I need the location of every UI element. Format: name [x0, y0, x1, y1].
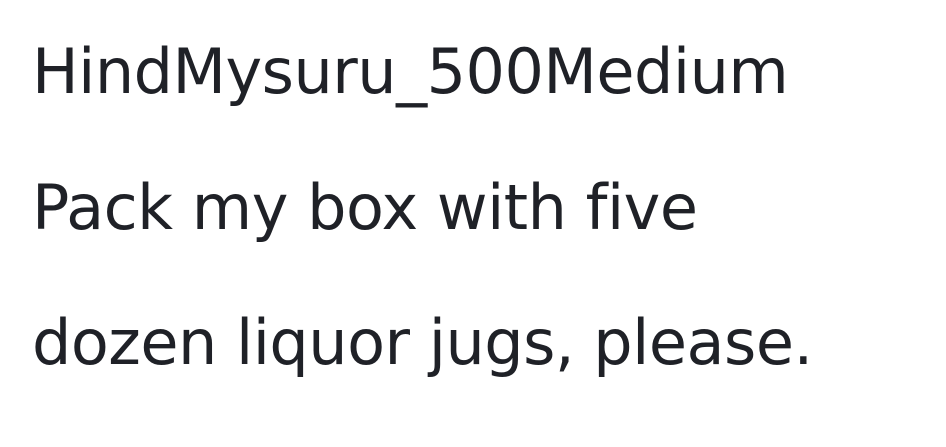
sample-text-line-2: dozen liquor jugs, please. — [32, 306, 813, 379]
sample-text-line-1: Pack my box with five — [32, 171, 698, 244]
font-name-label: HindMysuru_500Medium — [32, 35, 789, 108]
